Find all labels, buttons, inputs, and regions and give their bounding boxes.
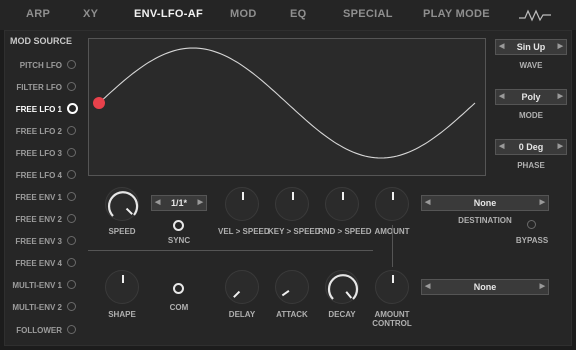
lfo-waveform-graph (93, 47, 476, 159)
delay-label: DELAY (228, 310, 256, 319)
mod-source-free-lfo-2[interactable]: FREE LFO 2 (4, 127, 62, 136)
tab-play-mode[interactable]: PLAY MODE (423, 8, 490, 20)
mod-source-free-env-4[interactable]: FREE ENV 4 (4, 259, 62, 268)
com-label: COM (169, 303, 189, 312)
shape-knob[interactable] (105, 270, 139, 304)
rnd-speed-label: RND > SPEED (318, 227, 372, 236)
mod-source-radio[interactable] (67, 60, 76, 69)
lfo-waveform-curve (98, 47, 476, 159)
tab-env-lfo-af[interactable]: ENV-LFO-AF (134, 8, 203, 20)
amount-knob[interactable] (375, 187, 409, 221)
sync-rate-dropdown[interactable]: ◀ 1/1* ▶ (151, 195, 207, 211)
speed-label: SPEED (108, 227, 136, 236)
rnd-speed-knob[interactable] (325, 187, 359, 221)
mod-source-radio[interactable] (67, 214, 76, 223)
mod-source-title: MOD SOURCE (10, 36, 73, 46)
mod-source-radio[interactable] (67, 236, 76, 245)
lfo-waveform-display[interactable] (88, 38, 486, 176)
tab-xy[interactable]: XY (83, 8, 98, 20)
com-toggle[interactable] (173, 283, 184, 294)
mod-source-free-env-3[interactable]: FREE ENV 3 (4, 237, 62, 246)
key-speed-label: KEY > SPEED (268, 227, 321, 236)
mod-source-radio[interactable] (67, 280, 76, 289)
mod-source-multi-env-1[interactable]: MULTI-ENV 1 (4, 281, 62, 290)
key-speed-knob[interactable] (275, 187, 309, 221)
mod-source-radio[interactable] (67, 170, 76, 179)
mod-source-radio[interactable] (67, 192, 76, 201)
mod-source-free-lfo-4[interactable]: FREE LFO 4 (4, 171, 62, 180)
mod-source-pitch-lfo[interactable]: PITCH LFO (4, 61, 62, 70)
mod-source-filter-lfo[interactable]: FILTER LFO (4, 83, 62, 92)
phase-label: PHASE (517, 161, 545, 170)
vel-speed-knob[interactable] (225, 187, 259, 221)
tab-arp[interactable]: ARP (26, 8, 50, 20)
delay-knob[interactable] (225, 270, 259, 304)
sync-toggle[interactable] (173, 220, 184, 231)
mod-source-radio[interactable] (67, 148, 76, 157)
bypass-toggle[interactable] (527, 220, 536, 229)
sync-label: SYNC (167, 236, 191, 245)
amount-control-knob[interactable] (375, 270, 409, 304)
mode-dropdown[interactable]: ◀ Poly ▶ (495, 89, 567, 105)
mod-source-radio[interactable] (67, 82, 76, 91)
bypass-label: BYPASS (515, 236, 549, 245)
amount-control-dropdown[interactable]: ◀ None ▶ (421, 279, 549, 295)
amount-control-label: AMOUNT CONTROL (372, 310, 412, 328)
waveform-icon[interactable] (518, 7, 552, 23)
mod-source-multi-env-2[interactable]: MULTI-ENV 2 (4, 303, 62, 312)
tab-mod[interactable]: MOD (230, 8, 257, 20)
decay-label: DECAY (328, 310, 356, 319)
mod-source-radio[interactable] (67, 258, 76, 267)
section-divider (88, 250, 373, 251)
amount-link-line (392, 225, 393, 267)
mod-source-radio[interactable] (67, 126, 76, 135)
phase-dropdown[interactable]: ◀ 0 Deg ▶ (495, 139, 567, 155)
lfo-phase-start-handle[interactable] (93, 97, 105, 109)
mod-source-free-env-2[interactable]: FREE ENV 2 (4, 215, 62, 224)
mode-label: MODE (519, 111, 543, 120)
tab-special[interactable]: SPECIAL (343, 8, 393, 20)
decay-knob[interactable] (325, 270, 359, 304)
attack-label: ATTACK (276, 310, 308, 319)
mod-source-radio-selected[interactable] (67, 103, 78, 114)
wave-label: WAVE (519, 61, 543, 70)
speed-knob[interactable] (105, 187, 139, 221)
vel-speed-label: VEL > SPEED (218, 227, 270, 236)
wave-dropdown[interactable]: ◀ Sin Up ▶ (495, 39, 567, 55)
destination-dropdown[interactable]: ◀ None ▶ (421, 195, 549, 211)
tab-bar: ARP XY ENV-LFO-AF MOD EQ SPECIAL PLAY MO… (0, 0, 576, 30)
mod-source-radio[interactable] (67, 302, 76, 311)
mod-source-free-lfo-3[interactable]: FREE LFO 3 (4, 149, 62, 158)
mod-source-free-env-1[interactable]: FREE ENV 1 (4, 193, 62, 202)
mod-source-follower[interactable]: FOLLOWER (4, 326, 62, 335)
mod-source-free-lfo-1[interactable]: FREE LFO 1 (4, 105, 62, 114)
tab-eq[interactable]: EQ (290, 8, 307, 20)
shape-label: SHAPE (108, 310, 136, 319)
attack-knob[interactable] (275, 270, 309, 304)
mod-source-radio[interactable] (67, 325, 76, 334)
